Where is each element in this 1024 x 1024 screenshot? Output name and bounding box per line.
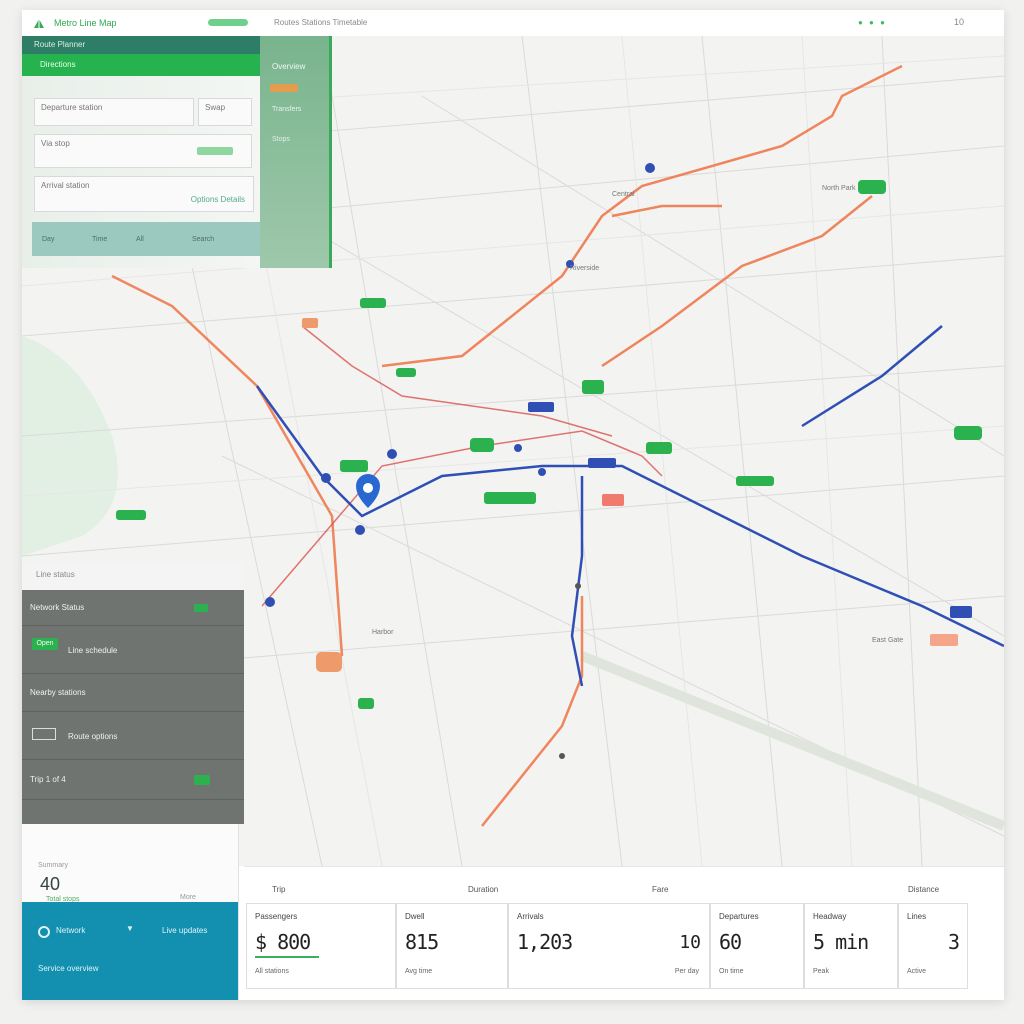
map-label-central: Central	[612, 191, 635, 198]
stats-strip: Trip Duration Fare Distance Passengers $…	[244, 866, 1004, 1000]
row-route-options[interactable]: Route options	[22, 712, 244, 760]
card-sub: Per day	[674, 968, 699, 975]
overview-transfers: Transfers	[272, 106, 302, 113]
card-sub: Avg time	[405, 968, 433, 975]
line-status-panel: Line status Network Status Open Line sch…	[22, 562, 244, 824]
stats-label-duration: Duration	[468, 885, 499, 894]
card-value: $ 800	[255, 930, 311, 954]
leaf-logo-icon[interactable]	[32, 16, 46, 30]
via-value: Via stop	[41, 139, 70, 148]
network-title: Network	[56, 926, 86, 935]
overview-sidebar: Overview Transfers Stops	[260, 36, 329, 268]
card-title: Arrivals	[517, 912, 544, 921]
card-value: 5 min	[813, 930, 869, 954]
user-badge[interactable]: 10	[954, 17, 964, 27]
tab-directions[interactable]: Directions	[22, 54, 260, 76]
stat-card-dwell[interactable]: Dwell 815 Avg time	[396, 903, 508, 989]
summary-label: Summary	[38, 862, 68, 869]
summary-value: 40	[40, 874, 61, 894]
card-right-value: 10	[679, 932, 701, 953]
top-bar: Metro Line Map Routes Stations Timetable…	[22, 10, 1004, 37]
swap-button[interactable]: Swap	[198, 98, 252, 126]
row-label: Nearby stations	[30, 688, 86, 697]
trip-badge	[194, 775, 210, 785]
to-value: Arrival station	[41, 181, 90, 190]
row-trip-count[interactable]: Trip 1 of 4	[22, 760, 244, 800]
stats-label-trip: Trip	[272, 885, 286, 894]
map-label-harbor: Harbor	[372, 629, 394, 636]
stats-label-distance: Distance	[908, 885, 940, 894]
footer-time[interactable]: Time	[92, 236, 107, 243]
row-nearby-stations[interactable]: Nearby stations	[22, 674, 244, 712]
network-sub[interactable]: Live updates	[162, 926, 207, 935]
network-icon[interactable]	[38, 926, 50, 938]
row-label: Network Status	[30, 603, 85, 612]
card-sub: Peak	[813, 968, 829, 975]
card-underline	[255, 956, 319, 958]
stat-card-passengers[interactable]: Passengers $ 800 All stations	[246, 903, 396, 989]
filter-icon[interactable]: ▼	[126, 924, 134, 933]
summary-more-link[interactable]: More	[180, 894, 196, 901]
card-title: Headway	[813, 912, 847, 921]
card-sub: Active	[907, 968, 927, 975]
card-title: Passengers	[255, 912, 298, 921]
card-sub: All stations	[255, 968, 289, 975]
stat-card-lines[interactable]: Lines 3 Active	[898, 903, 968, 989]
footer-all[interactable]: All	[136, 236, 144, 243]
via-input[interactable]: Via stop	[34, 134, 252, 168]
open-badge[interactable]: Open	[32, 638, 58, 650]
footer-day[interactable]: Day	[42, 236, 54, 243]
to-input[interactable]: Arrival station Options Details	[34, 176, 254, 212]
row-label: Line schedule	[68, 646, 118, 655]
card-value: 3	[947, 930, 960, 954]
network-footer[interactable]: Service overview	[38, 964, 98, 973]
card-value: 1,203	[517, 930, 573, 954]
card-title: Dwell	[405, 912, 425, 921]
stat-card-arrivals[interactable]: Arrivals 1,203 10 Per day	[508, 903, 710, 989]
row-line-schedule[interactable]: Open Line schedule	[22, 626, 244, 674]
app-title: Metro Line Map	[54, 18, 117, 28]
map-label-riverside: Riverside	[570, 265, 599, 272]
row-label: Trip 1 of 4	[30, 775, 66, 784]
from-input[interactable]: Departure station	[34, 98, 194, 126]
card-value: 60	[719, 930, 742, 954]
line-status-title: Line status	[22, 562, 244, 590]
overview-title: Overview	[272, 62, 306, 71]
card-sub: On time	[719, 968, 744, 975]
planner-header: Route Planner	[22, 36, 260, 54]
stats-label-fare: Fare	[652, 885, 669, 894]
overview-orange-bar	[270, 84, 298, 92]
map-label-east-gate: East Gate	[872, 637, 903, 644]
card-title: Lines	[907, 912, 927, 921]
via-green-chip	[197, 147, 233, 155]
top-nav[interactable]: Routes Stations Timetable	[274, 18, 367, 27]
to-hint[interactable]: Options Details	[191, 195, 245, 204]
route-planner-panel: Route Planner Directions Departure stati…	[22, 36, 332, 268]
footer-search[interactable]: Search	[192, 236, 214, 243]
network-banner: Network ▼ Live updates Service overview	[22, 902, 238, 1000]
route-option-icon	[32, 728, 56, 740]
app-window: Metro Line Map Routes Stations Timetable…	[22, 10, 1004, 1000]
row-label: Route options	[68, 732, 118, 741]
map-label-north-park: North Park	[822, 185, 856, 192]
status-dots: ● ● ●	[858, 18, 887, 27]
planner-footer: Day Time All Search	[32, 222, 260, 256]
overview-stops: Stops	[272, 136, 290, 143]
stat-card-headway[interactable]: Headway 5 min Peak	[804, 903, 898, 989]
row-status-dot	[194, 604, 208, 612]
card-value: 815	[405, 930, 439, 954]
stat-card-departures[interactable]: Departures 60 On time	[710, 903, 804, 989]
row-network-status[interactable]: Network Status	[22, 590, 244, 626]
status-pill[interactable]	[208, 19, 248, 26]
card-title: Departures	[719, 912, 759, 921]
